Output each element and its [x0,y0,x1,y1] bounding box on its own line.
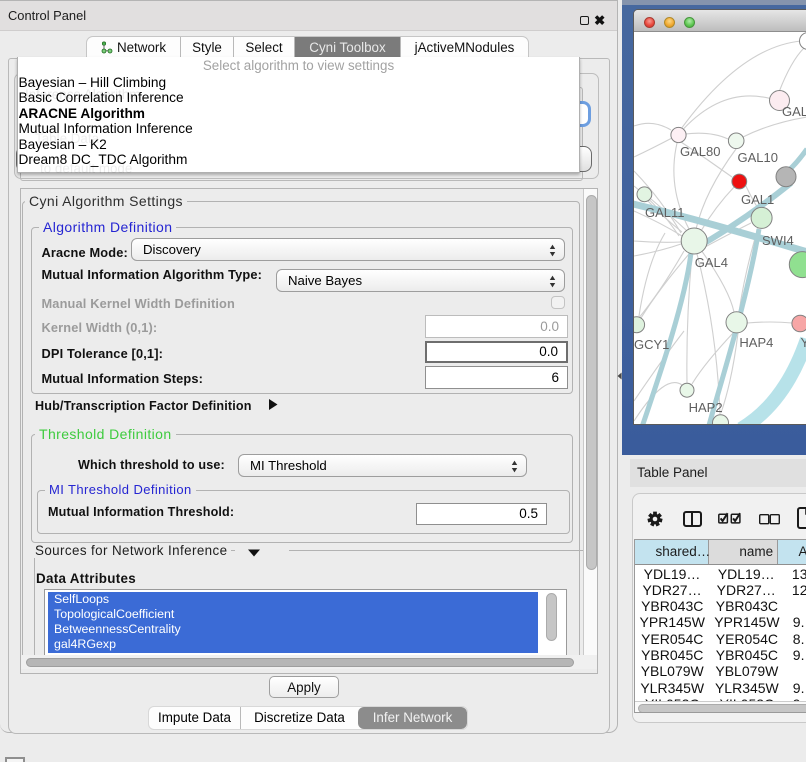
svg-text:GAL10: GAL10 [738,150,778,165]
svg-text:HAP2: HAP2 [689,400,723,415]
svg-text:HAP4: HAP4 [739,335,773,350]
svg-text:GAL4: GAL4 [695,255,728,270]
svg-text:GAL2: GAL2 [782,104,806,119]
svg-text:GCY1: GCY1 [634,337,669,352]
svg-text:GAL11: GAL11 [645,205,685,220]
svg-text:GAL80: GAL80 [680,144,720,159]
svg-text:YB: YB [801,335,806,350]
svg-text:GAL1: GAL1 [741,192,774,207]
svg-text:SWI4: SWI4 [762,233,794,248]
